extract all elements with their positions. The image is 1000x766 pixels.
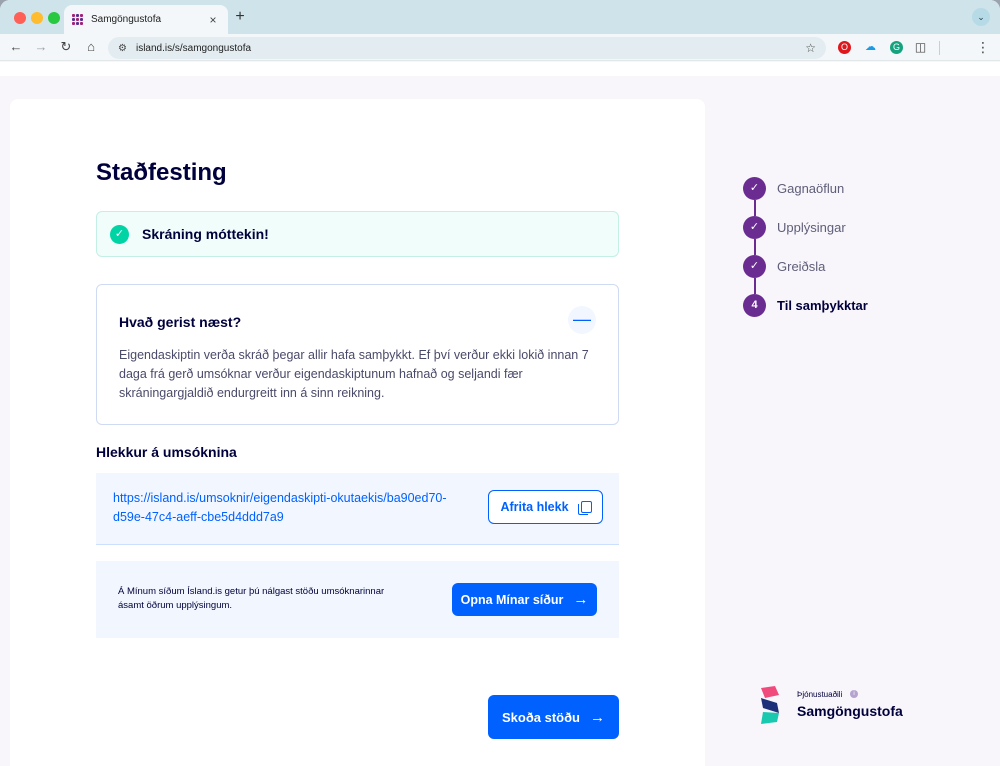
copy-icon (577, 500, 592, 515)
maximize-window-button[interactable] (48, 12, 60, 24)
opera-extension-icon[interactable]: O (838, 41, 851, 54)
stepper-connector (754, 200, 756, 216)
service-provider-role: Þjónustuaðili (797, 690, 843, 699)
step-label: Greiðsla (777, 258, 826, 274)
extensions-puzzle-icon[interactable]: ◫ (914, 41, 927, 54)
island-favicon-icon (72, 13, 84, 26)
step-payment: ✓ Greiðsla (743, 254, 825, 278)
browser-tab[interactable]: Samgöngustofa × (64, 5, 228, 34)
minimize-window-button[interactable] (31, 12, 43, 24)
page-content: Staðfesting ✓ Skráning móttekin! Hvað ge… (0, 62, 1000, 766)
browser-menu-icon[interactable]: ⋮ (976, 39, 990, 56)
service-provider-name: Samgöngustofa (797, 703, 903, 719)
page-title: Staðfesting (96, 159, 227, 186)
tab-search-chevron-icon[interactable]: ⌄ (972, 8, 990, 26)
page-header-band (0, 62, 1000, 76)
back-arrow-icon[interactable]: ← (8, 39, 24, 55)
next-steps-accordion: Hvað gerist næst? — Eigendaskiptin verða… (96, 284, 619, 425)
address-url[interactable]: island.is/s/samgongustofa (136, 43, 805, 54)
application-link[interactable]: https://island.is/umsoknir/eigendaskipti… (113, 489, 473, 527)
confirmation-card: Staðfesting ✓ Skráning móttekin! Hvað ge… (10, 99, 705, 766)
arrow-right-icon: → (573, 591, 589, 608)
forward-arrow-icon[interactable]: → (33, 39, 49, 55)
step-approval: 4 Til samþykktar (743, 293, 868, 317)
step-check-icon: ✓ (743, 176, 766, 200)
close-window-button[interactable] (14, 12, 26, 24)
browser-window: Samgöngustofa × + ⌄ ← → ↻ ⌂ ⚙ island.is/… (0, 0, 1000, 766)
grammarly-extension-icon[interactable]: G (890, 41, 903, 54)
accordion-title: Hvað gerist næst? (119, 314, 242, 330)
collapse-minus-icon[interactable]: — (568, 306, 596, 334)
step-number-badge: 4 (743, 293, 766, 317)
step-label: Upplýsingar (777, 219, 846, 235)
view-status-label: Skoða stöðu (501, 709, 580, 725)
view-status-button[interactable]: Skoða stöðu → (488, 695, 619, 739)
info-icon[interactable]: i (850, 690, 858, 698)
success-alert: ✓ Skráning móttekin! (96, 211, 619, 257)
step-check-icon: ✓ (743, 254, 766, 278)
browser-toolbar: ← → ↻ ⌂ ⚙ island.is/s/samgongustofa ☆ O … (0, 34, 1000, 61)
checkmark-circle-icon: ✓ (110, 224, 129, 244)
copy-link-label: Afrita hlekk (500, 500, 569, 514)
stepper-connector (754, 278, 756, 294)
success-message: Skráning móttekin! (142, 226, 269, 242)
step-label: Gagnaöflun (777, 180, 845, 196)
application-link-box: https://island.is/umsoknir/eigendaskipti… (96, 473, 619, 545)
reload-icon[interactable]: ↻ (58, 39, 74, 55)
tab-strip: Samgöngustofa × + ⌄ (0, 0, 1000, 34)
step-label-active: Til samþykktar (777, 297, 868, 313)
accordion-body: Eigendaskiptin verða skráð þegar allir h… (119, 348, 589, 400)
cloud-extension-icon[interactable]: ☁ (864, 41, 877, 54)
site-settings-icon[interactable]: ⚙ (118, 43, 127, 54)
step-check-icon: ✓ (743, 215, 766, 239)
copy-link-button[interactable]: Afrita hlekk (488, 490, 603, 524)
my-pages-box: Á Mínum síðum Ísland.is getur þú nálgast… (96, 561, 619, 638)
open-my-pages-button[interactable]: Opna Mínar síður → (452, 583, 597, 616)
step-information: ✓ Upplýsingar (743, 215, 846, 239)
open-my-pages-label: Opna Mínar síður (460, 592, 564, 607)
samgongustofa-logo-icon (761, 686, 779, 724)
address-bar[interactable]: ⚙ island.is/s/samgongustofa ☆ (108, 37, 826, 59)
my-pages-description: Á Mínum síðum Ísland.is getur þú nálgast… (118, 586, 385, 611)
arrow-right-icon: → (590, 708, 605, 726)
tab-close-button[interactable]: × (206, 13, 220, 27)
new-tab-button[interactable]: + (233, 8, 247, 26)
toolbar-divider (939, 41, 940, 55)
stepper-connector (754, 239, 756, 255)
tab-title: Samgöngustofa (91, 14, 162, 25)
link-section-heading: Hlekkur á umsóknina (96, 444, 237, 460)
step-data-collection: ✓ Gagnaöflun (743, 176, 844, 200)
home-icon[interactable]: ⌂ (83, 39, 99, 55)
bookmark-star-icon[interactable]: ☆ (805, 41, 816, 55)
